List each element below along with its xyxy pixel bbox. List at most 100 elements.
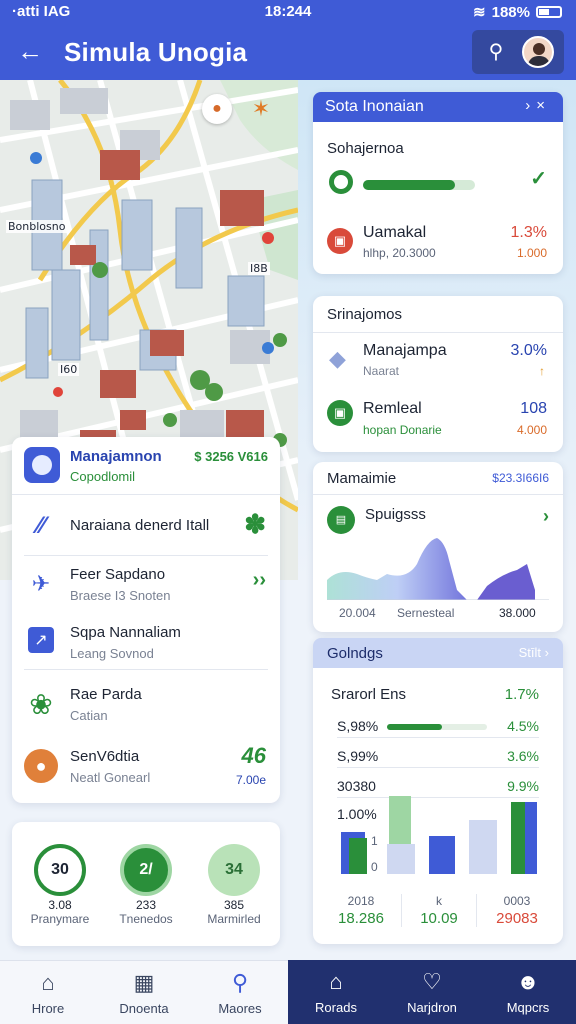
home-icon: ⌂ bbox=[41, 970, 55, 995]
footer-cell: 0003 29083 bbox=[479, 894, 555, 927]
nav-item-profile[interactable]: ☻ Mqpcrs bbox=[480, 960, 576, 1024]
list-item[interactable]: ● SenV6dtia Neatl Gonearl 46 7.00e bbox=[12, 739, 280, 795]
home-icon: ⌂ bbox=[329, 969, 343, 994]
goals-caption-value: 1.7% bbox=[504, 686, 539, 703]
list-item[interactable]: ✈ Feer Sapdano Braese I3 Snoten ›› bbox=[12, 557, 280, 613]
status-bar: ·atti IAG 18:244 ≋ 188% bbox=[0, 0, 576, 24]
trend-axis-label: Sernesteal bbox=[397, 606, 455, 620]
goals-line-key: 30380 bbox=[337, 778, 376, 794]
summary-panel-header[interactable]: Sota Inonaian ›× bbox=[313, 92, 563, 122]
avatar[interactable] bbox=[522, 36, 554, 68]
goals-line-bar bbox=[387, 724, 487, 730]
checkmark-icon: ✓ bbox=[530, 168, 547, 190]
status-right: ≋ 188% bbox=[473, 3, 562, 21]
list-item-subtitle: Catian bbox=[70, 708, 108, 723]
bottom-nav-right: ⌂ Rorads ♡ Narjdron ☻ Mqpcrs bbox=[288, 960, 576, 1024]
footer-label: 2018 bbox=[347, 894, 375, 908]
list-card-title: Manajamnon bbox=[70, 448, 162, 465]
map-pin-leaf-icon[interactable]: ✶ bbox=[246, 94, 276, 124]
gauge-ring: 2/ bbox=[120, 844, 172, 896]
gauge-label: Tnenedos bbox=[119, 912, 173, 926]
goals-bar-chart bbox=[341, 796, 537, 874]
trend-panel: Mamaimie $23.3I66I6 ▤ Spuigsss › 20.004 … bbox=[313, 462, 563, 632]
goals-line-key: S,99% bbox=[337, 748, 379, 764]
bar-axis-label: 0 bbox=[371, 860, 378, 874]
nav-item-label: Hrore bbox=[31, 1001, 65, 1016]
stats-row-sub: hopan Donarie bbox=[363, 423, 442, 437]
nav-item-grid[interactable]: ▦ Dnoenta bbox=[96, 961, 192, 1024]
gauge-ring: 30 bbox=[34, 844, 86, 896]
bottom-nav-left: ⌂ Hrore ▦ Dnoenta ⚲ Maores bbox=[0, 960, 288, 1024]
list-item-title: SenV6dtia bbox=[70, 748, 140, 765]
list-item-title: Sqpa Nannaliam bbox=[70, 624, 181, 641]
divider bbox=[24, 555, 268, 556]
goals-footer: 2018 18.286 k 10.09 0003 29083 bbox=[313, 890, 563, 940]
list-item-title: Naraiana denerd Itall bbox=[70, 517, 210, 534]
stats-row-subvalue: ↑ bbox=[539, 364, 545, 378]
summary-panel: Sota Inonaian ›× Sohajernoa ✓ ▣ Uamakal … bbox=[313, 92, 563, 274]
bar-axis-label: 1 bbox=[371, 834, 378, 848]
profile-badge-icon bbox=[24, 447, 60, 483]
list-item[interactable]: ∕∕ Naraiana denerd Itall ✽ bbox=[12, 499, 280, 555]
goals-line-value: 3.6% bbox=[507, 748, 539, 764]
nav-item-label: Narjdron bbox=[407, 1000, 457, 1015]
goals-panel-more[interactable]: Stīlt › bbox=[519, 645, 549, 660]
nav-item-label: Dnoenta bbox=[119, 1001, 169, 1016]
truck-icon: ✈ bbox=[31, 571, 51, 596]
summary-progress-fill bbox=[363, 180, 455, 190]
list-card-header[interactable]: Manajamnon Copodlomil $ 3256 V616 bbox=[12, 437, 280, 495]
chevron-pair-icon[interactable]: ›× bbox=[525, 97, 551, 114]
stats-row-value: 3.0% bbox=[510, 342, 547, 359]
chart-icon: ↗ bbox=[28, 627, 54, 653]
grid-icon: ▦ bbox=[133, 970, 155, 995]
list-card-amount: $ 3256 V616 bbox=[194, 449, 268, 464]
trend-panel-link[interactable]: $23.3I66I6 bbox=[492, 471, 549, 485]
stats-panel: Srinajomos ◆ Manajampa Naarat 3.0% ↑ ▣ R… bbox=[313, 296, 563, 452]
map-label: I60 bbox=[58, 363, 80, 376]
goals-panel-header[interactable]: Golndgs Stīlt › bbox=[313, 638, 563, 668]
list-card-subtitle: Copodlomil bbox=[70, 469, 136, 484]
list-item-title: Rae Parda bbox=[70, 686, 142, 703]
battery-icon bbox=[536, 6, 562, 18]
footer-label: 0003 bbox=[503, 894, 531, 908]
nav-item-home[interactable]: ⌂ Hrore bbox=[0, 961, 96, 1024]
trend-axis-label: 38.000 bbox=[499, 606, 536, 620]
goals-panel-title: Golndgs bbox=[327, 645, 383, 662]
map-pin-photo-icon[interactable]: ● bbox=[202, 94, 232, 124]
gauge[interactable]: 2/ 233 Tnenedos bbox=[106, 844, 186, 926]
battery-level: 188% bbox=[491, 3, 530, 21]
gauge-value: 30 bbox=[51, 861, 69, 878]
back-arrow-icon[interactable]: ← bbox=[14, 36, 46, 68]
list-item[interactable]: ❀ Rae Parda Catian bbox=[12, 677, 280, 733]
gauge-ring: 34 bbox=[208, 844, 260, 896]
nav-item-favorites[interactable]: ♡ Narjdron bbox=[384, 960, 480, 1024]
search-icon[interactable]: ⚲ bbox=[482, 38, 510, 66]
nav-item-search[interactable]: ⚲ Maores bbox=[192, 961, 288, 1024]
gauge-value: 2/ bbox=[139, 861, 153, 878]
trend-panel-title: Mamaimie bbox=[327, 470, 397, 487]
gauge[interactable]: 34 385 Marmirled bbox=[194, 844, 274, 926]
gauge-card: 30 3.08 Pranymare 2/ 233 Tnenedos 34 385… bbox=[12, 822, 280, 946]
user-icon: ☻ bbox=[516, 969, 540, 994]
stats-panel-divider bbox=[313, 332, 563, 333]
wifi-icon: ≋ bbox=[473, 4, 486, 21]
goals-line-value: 9.9% bbox=[507, 778, 539, 794]
area-sparkline bbox=[327, 538, 549, 600]
app-bar: ← Simula Unogia ⚲ bbox=[0, 24, 576, 80]
chevron-right-icon[interactable]: › bbox=[543, 506, 549, 527]
summary-row-sub: hlhp, 20.3000 bbox=[363, 246, 436, 260]
leaf-icon: ✽ bbox=[244, 509, 266, 539]
footer-cell: k 10.09 bbox=[401, 894, 477, 927]
gauge[interactable]: 30 3.08 Pranymare bbox=[20, 844, 100, 926]
footer-value: 18.286 bbox=[338, 910, 384, 927]
list-item-value: 46 bbox=[241, 743, 266, 768]
series-name: Spuigsss bbox=[365, 506, 426, 523]
chevron-right-icon[interactable]: ›› bbox=[253, 569, 266, 592]
nav-item-home[interactable]: ⌂ Rorads bbox=[288, 960, 384, 1024]
search-icon: ⚲ bbox=[231, 970, 249, 995]
summary-subtitle: Sohajernoa bbox=[327, 140, 404, 157]
gauge-label: Pranymare bbox=[30, 912, 90, 926]
goals-line: S,99% 3.6% bbox=[337, 744, 539, 768]
list-item[interactable]: ↗ Sqpa Nannaliam Leang Sovnod bbox=[12, 615, 280, 671]
divider bbox=[24, 669, 268, 670]
